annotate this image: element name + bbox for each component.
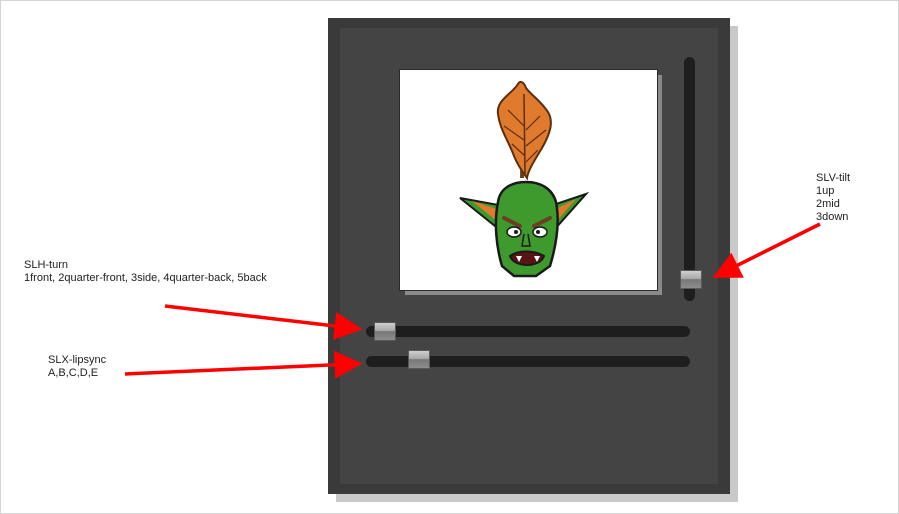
callout-arrows <box>124 222 821 379</box>
slh-turn-arrow <box>164 304 363 340</box>
slv-tilt-arrow <box>712 222 821 278</box>
slx-lipsync-arrow <box>124 350 363 379</box>
